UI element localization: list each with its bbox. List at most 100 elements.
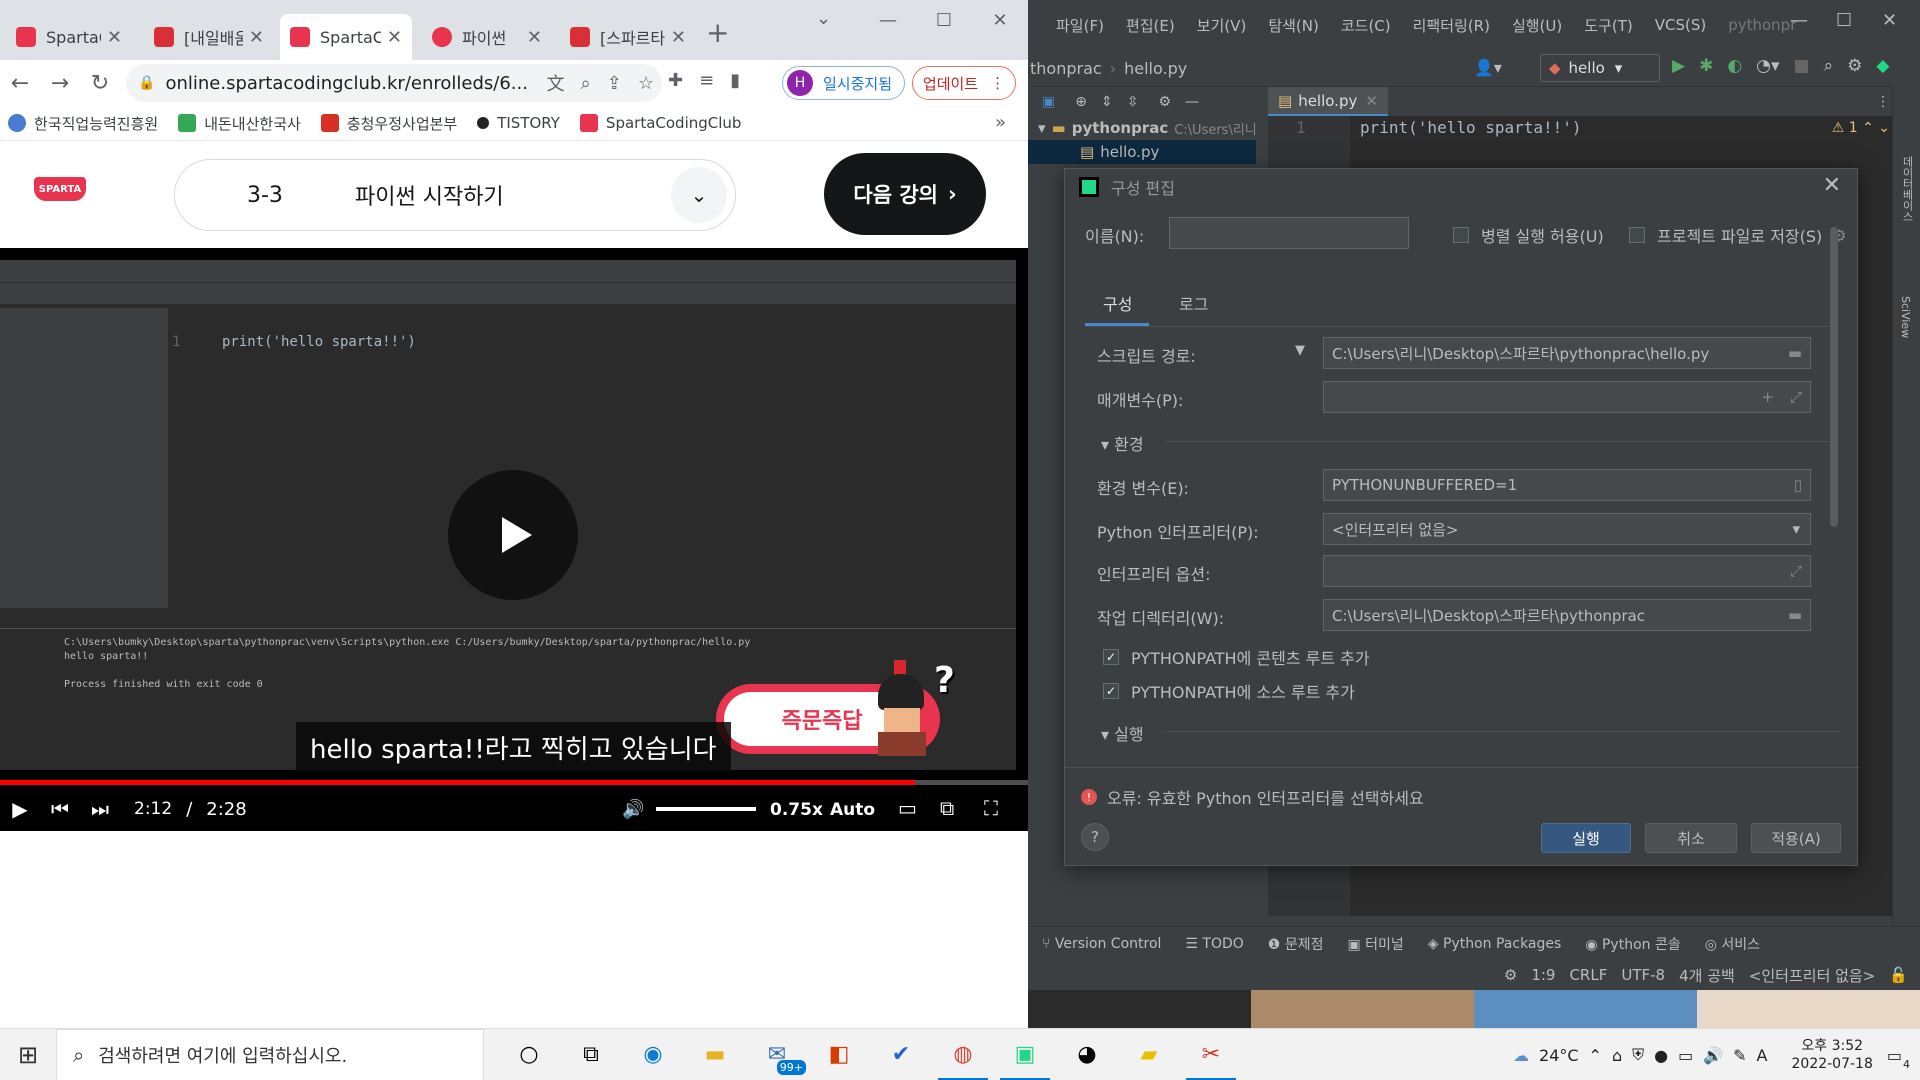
menu-code[interactable]: 코드(C) — [1341, 15, 1391, 36]
quality-setting[interactable]: Auto — [830, 800, 875, 820]
volume-icon[interactable]: 🔊 — [622, 799, 644, 820]
expand-icon[interactable]: ⤢ — [1790, 388, 1802, 406]
weather-icon[interactable]: ☁ — [1513, 1046, 1529, 1065]
indent-setting[interactable]: 4개 공백 — [1679, 965, 1735, 986]
maximize-button[interactable]: ☐ — [1836, 10, 1852, 31]
minimize-button[interactable]: — — [1790, 10, 1808, 31]
play-button[interactable] — [448, 470, 578, 600]
reload-button[interactable]: ↻ — [80, 71, 120, 96]
collapse-icon[interactable]: ⇳ — [1127, 94, 1139, 110]
stop-icon[interactable]: ■ — [1794, 56, 1810, 76]
play-icon[interactable]: ▶ — [0, 797, 40, 821]
menu-refactor[interactable]: 리팩터링(R) — [1413, 15, 1490, 36]
project-icon[interactable]: ▣ — [1042, 94, 1055, 110]
gear-icon[interactable]: ⚙ — [1158, 94, 1171, 110]
playback-speed[interactable]: 0.75x — [770, 800, 823, 820]
weather-temp[interactable]: 24°C — [1539, 1046, 1579, 1065]
debug-icon[interactable]: ✱ — [1699, 56, 1713, 76]
tool-python-packages[interactable]: ◈ Python Packages — [1428, 936, 1562, 952]
parallel-checkbox[interactable]: 병렬 실행 허용(U) — [1453, 223, 1604, 247]
run-button[interactable]: 실행 — [1541, 823, 1631, 853]
bookmark-item[interactable]: 충청우정사업본부 — [320, 113, 457, 134]
previous-icon[interactable]: ⏮ — [40, 797, 80, 821]
fullscreen-icon[interactable]: ⛶ — [984, 796, 998, 820]
source-roots-checkbox[interactable]: ✓ PYTHONPATH에 소스 루트 추가 — [1103, 679, 1355, 703]
windows-start-icon[interactable]: ⊞ — [0, 1029, 56, 1080]
reading-list-icon[interactable]: ≡ — [699, 70, 714, 91]
bookmark-item[interactable]: TISTORY — [477, 114, 560, 132]
pycharm-icon[interactable]: ▣ — [994, 1029, 1056, 1080]
settings-icon[interactable]: ⚙ — [1504, 966, 1517, 984]
tool-python-console[interactable]: ◉ Python 콘솔 — [1585, 934, 1680, 954]
video-progress-bar[interactable] — [0, 780, 1028, 785]
folder-icon[interactable]: ▬ — [1788, 606, 1802, 624]
back-button[interactable]: ← — [0, 71, 40, 96]
zoom-icon[interactable]: ⌕ — [581, 73, 591, 94]
bookmark-item[interactable]: SpartaCodingClub — [579, 114, 741, 132]
pen-icon[interactable]: ✎ — [1733, 1046, 1746, 1065]
warning-indicator[interactable]: ⚠ 1 ⌃ ⌄ — [1832, 120, 1890, 136]
share-icon[interactable]: ⇪ — [607, 73, 622, 94]
minimize-button[interactable]: — — [860, 0, 916, 40]
gear-icon[interactable]: ⚙ — [1847, 56, 1862, 76]
tree-root[interactable]: ▾ ▬ pythonprac C:\Users\리니 — [1028, 116, 1257, 140]
checkbox[interactable] — [1453, 227, 1469, 243]
content-roots-checkbox[interactable]: ✓ PYTHONPATH에 콘텐츠 루트 추가 — [1103, 645, 1370, 669]
close-button[interactable]: ✕ — [972, 0, 1028, 40]
interpreter-options-field[interactable]: ⤢ — [1323, 555, 1811, 587]
chrome-icon[interactable]: ◍ — [932, 1029, 994, 1080]
menu-edit[interactable]: 편집(E) — [1126, 15, 1175, 36]
tool-services[interactable]: ◎ 서비스 — [1705, 934, 1760, 954]
mail-icon[interactable]: ✉ 99+ — [746, 1029, 808, 1080]
puzzle-icon[interactable]: ✚ — [668, 70, 683, 91]
edge-icon[interactable]: ◉ — [622, 1029, 684, 1080]
close-icon[interactable]: ✕ — [1365, 92, 1378, 110]
target-icon[interactable]: ⊕ — [1075, 94, 1087, 110]
snip-icon[interactable]: ✂ — [1180, 1029, 1242, 1080]
tab-log[interactable]: 로그 — [1179, 291, 1208, 315]
tool-terminal[interactable]: ▣ 터미널 — [1347, 934, 1403, 954]
video-player[interactable]: 1 print('hello sparta!!') C:\Users\bumky… — [0, 248, 1028, 831]
checkbox-checked[interactable]: ✓ — [1103, 683, 1119, 699]
notification-icon[interactable]: ▭ 4 — [1887, 1046, 1910, 1071]
tool-todo[interactable]: ☰ TODO — [1185, 936, 1243, 952]
chevron-down-icon[interactable]: ⌄ — [671, 167, 727, 223]
folder-icon[interactable]: ▬ — [1788, 344, 1802, 362]
apply-button[interactable]: 적용(A) — [1751, 823, 1841, 853]
tab-configuration[interactable]: 구성 — [1103, 291, 1132, 315]
chat-icon[interactable]: ● — [1654, 1046, 1668, 1065]
line-separator[interactable]: CRLF — [1569, 966, 1607, 984]
sciview-tool[interactable]: SciView — [1899, 296, 1912, 338]
search-icon[interactable]: ⌕ — [1824, 56, 1834, 76]
panda-icon[interactable]: ◕ — [1056, 1029, 1118, 1080]
run-config-select[interactable]: ◆ hello ▾ — [1540, 54, 1660, 82]
workdir-field[interactable]: C:\Users\리니\Desktop\스파르타\pythonprac ▬ — [1323, 599, 1811, 631]
env-vars-field[interactable]: PYTHONUNBUFFERED=1 ▯ — [1323, 469, 1811, 501]
volume-control[interactable]: 🔊 — [622, 788, 757, 830]
volume-slider[interactable] — [656, 807, 757, 811]
jetbrains-icon[interactable]: ◆ — [1876, 56, 1889, 76]
dialog-scrollbar[interactable] — [1830, 227, 1838, 527]
help-button[interactable]: ? — [1081, 823, 1109, 851]
env-section-toggle[interactable]: ▾ 환경 — [1101, 431, 1144, 455]
ime-indicator[interactable]: A — [1757, 1046, 1768, 1065]
params-field[interactable]: + ⤢ — [1323, 381, 1811, 413]
menu-vcs[interactable]: VCS(S) — [1655, 16, 1706, 34]
tab-spartacoding-active[interactable]: SpartaCoding ✕ — [280, 14, 412, 60]
pip-icon[interactable]: ⧉ — [940, 796, 954, 820]
maximize-button[interactable]: ☐ — [916, 0, 972, 40]
exec-section-toggle[interactable]: ▾ 실행 — [1101, 721, 1144, 745]
profile-icon[interactable]: ◔▾ — [1756, 56, 1779, 76]
menu-navigate[interactable]: 탐색(N) — [1268, 15, 1319, 36]
forward-button[interactable]: → — [40, 71, 80, 96]
next-icon[interactable]: ⏭ — [80, 797, 120, 821]
minimize-icon[interactable]: — — [1185, 94, 1199, 110]
expand-icon[interactable]: ⇕ — [1101, 94, 1113, 110]
database-tool[interactable]: 데이터베이스 — [1899, 156, 1915, 222]
add-icon[interactable]: + — [1761, 388, 1774, 406]
battery-icon[interactable]: ▭ — [1678, 1046, 1693, 1065]
menu-tools[interactable]: 도구(T) — [1584, 15, 1632, 36]
update-button[interactable]: 업데이트 ⋮ — [912, 66, 1016, 100]
close-icon[interactable]: ✕ — [671, 27, 686, 48]
bookmarks-more-button[interactable]: » — [995, 112, 1006, 133]
